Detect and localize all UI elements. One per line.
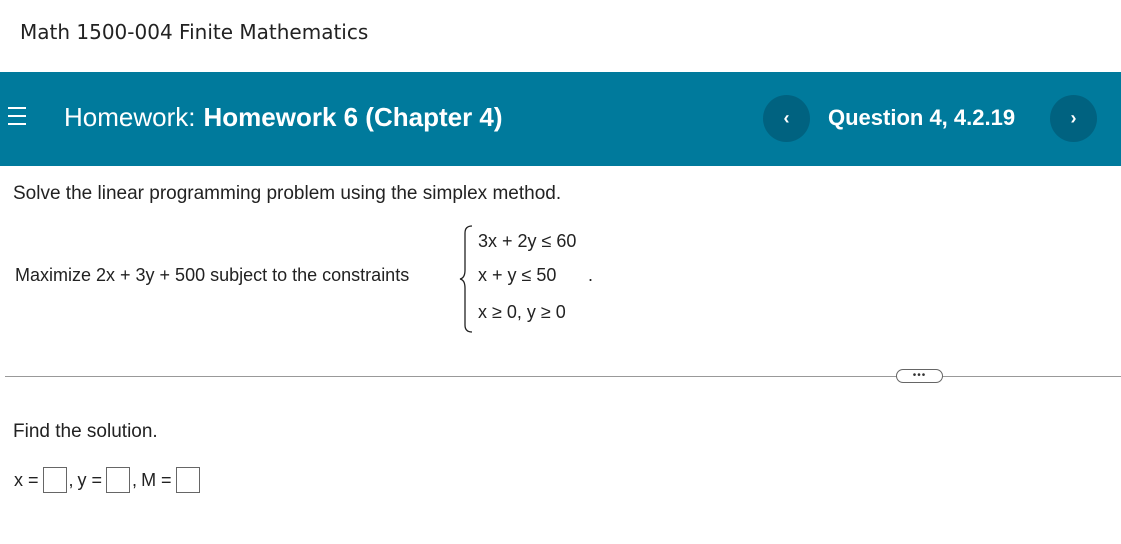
answer-prompt: Find the solution. [13, 421, 158, 442]
left-brace-icon [459, 225, 473, 333]
hamburger-menu-icon[interactable] [8, 107, 28, 127]
chevron-left-icon: ‹ [783, 108, 790, 128]
m-label: M = [141, 469, 172, 490]
m-answer-input[interactable] [175, 467, 200, 493]
question-label: Question 4, 4.2.19 [828, 105, 1016, 130]
homework-label: Homework: [64, 102, 196, 132]
problem-instructions: Solve the linear programming problem usi… [13, 183, 562, 204]
statement-period: . [588, 265, 594, 285]
homework-name: Homework 6 (Chapter 4) [203, 102, 503, 132]
separator: , [132, 469, 138, 490]
constraint-2: x + y ≤ 50 [478, 265, 557, 285]
homework-header-bar: Homework: Homework 6 (Chapter 4) ‹ Questi… [0, 72, 1121, 166]
x-label: x = [14, 469, 39, 490]
objective-statement: Maximize 2x + 3y + 500 subject to the co… [15, 265, 410, 285]
chevron-right-icon: › [1070, 108, 1077, 128]
answer-row: x = , y = , M = [14, 467, 200, 493]
previous-question-button[interactable]: ‹ [763, 95, 810, 142]
more-options-button[interactable]: ••• [896, 369, 943, 383]
x-answer-input[interactable] [42, 467, 67, 493]
course-title: Math 1500-004 Finite Mathematics [20, 20, 369, 44]
y-answer-input[interactable] [106, 467, 131, 493]
section-divider [5, 376, 1121, 377]
constraint-3: x ≥ 0, y ≥ 0 [478, 302, 566, 322]
constraint-1: 3x + 2y ≤ 60 [478, 231, 577, 251]
separator: , [68, 469, 74, 490]
y-label: y = [77, 469, 103, 490]
homework-title: Homework: Homework 6 (Chapter 4) [64, 102, 503, 133]
next-question-button[interactable]: › [1050, 95, 1097, 142]
